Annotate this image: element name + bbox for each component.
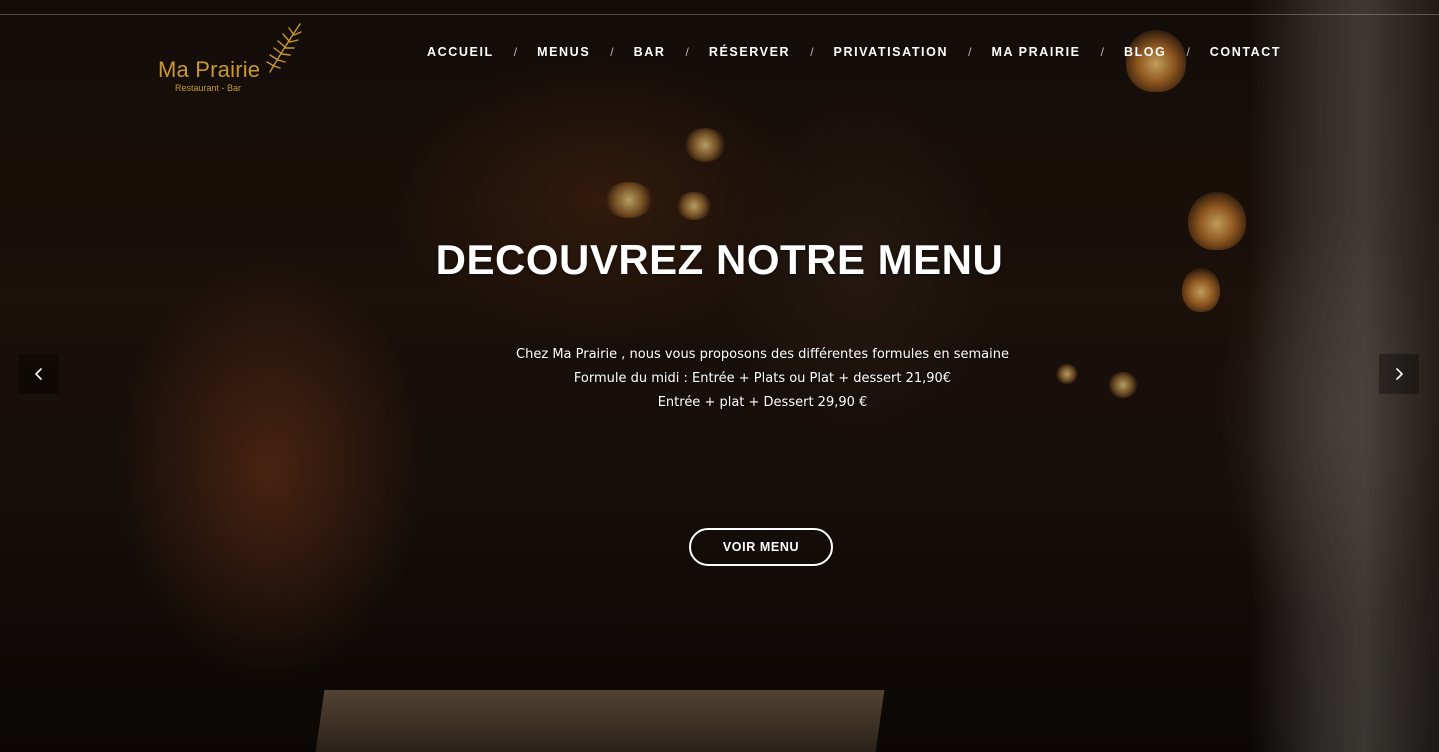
- nav-separator: /: [610, 45, 614, 59]
- nav-separator: /: [513, 45, 518, 59]
- header-divider: [0, 14, 1439, 15]
- nav-item-reserver[interactable]: RÉSERVER: [709, 45, 790, 59]
- nav-separator: /: [685, 45, 689, 59]
- brand-name: Ma Prairie: [158, 57, 261, 82]
- main-nav: ACCUEIL / MENUS / BAR / RÉSERVER / PRIVA…: [427, 44, 1281, 60]
- nav-item-privatisation[interactable]: PRIVATISATION: [834, 45, 949, 59]
- nav-item-blog[interactable]: BLOG: [1124, 45, 1167, 59]
- nav-item-ma-prairie[interactable]: MA PRAIRIE: [991, 45, 1080, 59]
- chevron-left-icon: [35, 368, 42, 380]
- nav-separator: /: [968, 45, 972, 59]
- nav-item-contact[interactable]: CONTACT: [1210, 45, 1281, 59]
- voir-menu-button[interactable]: VOIR MENU: [689, 528, 833, 566]
- chevron-right-icon: [1396, 368, 1403, 380]
- nav-item-menus[interactable]: MENUS: [537, 45, 590, 59]
- nav-separator: /: [1186, 45, 1190, 59]
- hero-line: Formule du midi : Entrée + Plats ou Plat…: [573, 371, 952, 386]
- nav-separator: /: [810, 45, 814, 59]
- brand-tagline: Restaurant - Bar: [175, 83, 242, 93]
- hero-line: Chez Ma Prairie , nous vous proposons de…: [516, 347, 1009, 362]
- slider-prev-button[interactable]: [19, 354, 59, 394]
- hero-description: Chez Ma Prairie , nous vous proposons de…: [0, 343, 1439, 415]
- hero-line: Entrée + plat + Dessert 29,90 €: [657, 395, 868, 410]
- nav-item-accueil[interactable]: ACCUEIL: [427, 45, 494, 59]
- nav-item-bar[interactable]: BAR: [634, 45, 666, 59]
- hero-slider: Ma Prairie Restaurant - Bar ACCUEIL / ME…: [0, 0, 1439, 752]
- hero-title: DECOUVREZ NOTRE MENU: [435, 236, 1004, 283]
- slider-next-button[interactable]: [1379, 354, 1419, 394]
- fern-leaf-icon: [266, 23, 302, 73]
- nav-separator: /: [1100, 45, 1104, 59]
- brand-logo[interactable]: Ma Prairie Restaurant - Bar: [158, 20, 308, 96]
